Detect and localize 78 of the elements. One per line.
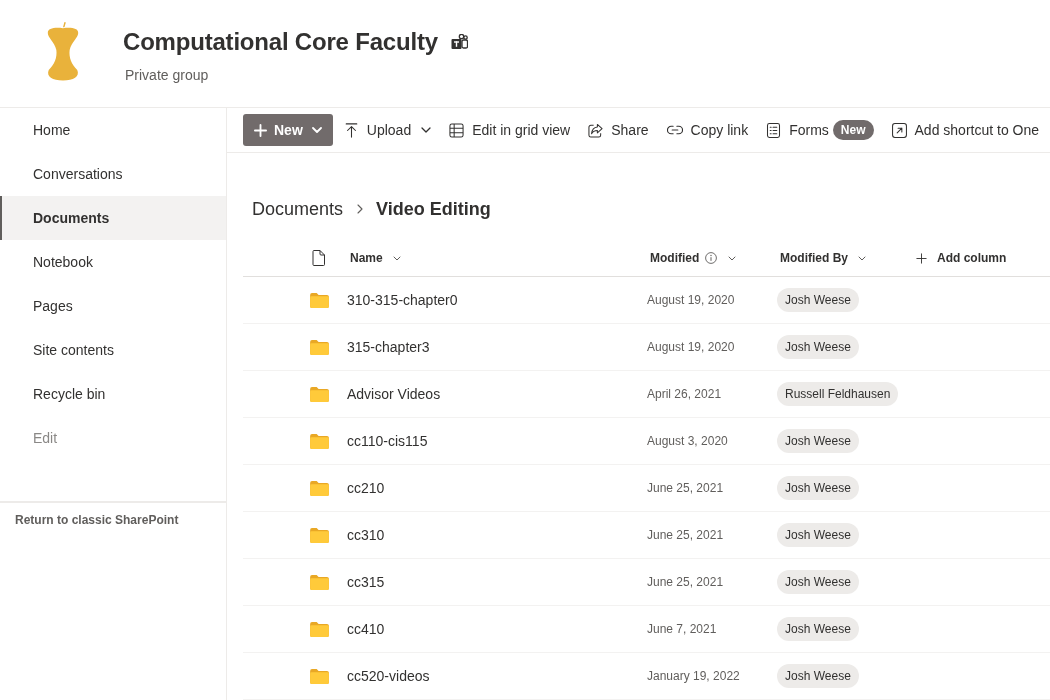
chevron-down-icon <box>392 255 401 261</box>
folder-icon <box>310 386 329 402</box>
modified-date: June 25, 2021 <box>647 575 724 589</box>
nav-item[interactable]: Site contents <box>0 328 226 372</box>
teams-icon[interactable] <box>450 34 468 50</box>
person-pill[interactable]: Russell Feldhausen <box>777 382 899 406</box>
person-pill[interactable]: Josh Weese <box>777 476 859 500</box>
modified-date: August 3, 2020 <box>647 434 728 448</box>
column-header[interactable]: Modified By <box>777 251 866 265</box>
person-pill[interactable]: Josh Weese <box>777 288 859 312</box>
modified-date: August 19, 2020 <box>647 340 735 354</box>
command-button[interactable]: Share <box>579 114 658 146</box>
command-button[interactable]: Copy link <box>657 114 758 146</box>
folder-name-link[interactable]: cc210 <box>347 480 385 496</box>
breadcrumb-link[interactable]: Video Editing <box>376 197 491 221</box>
chevron-down-icon <box>728 255 737 261</box>
column-header[interactable]: Modified <box>647 251 737 265</box>
folder-icon <box>310 621 329 637</box>
nav-item[interactable]: Home <box>0 108 226 152</box>
nav-item[interactable]: Documents <box>0 196 226 240</box>
new-badge: New <box>832 120 874 140</box>
nav-item[interactable]: Pages <box>0 284 226 328</box>
info-icon <box>705 252 718 264</box>
folder-name-link[interactable]: cc310 <box>347 527 385 543</box>
command-button[interactable]: Add shortcut to One <box>882 114 1049 146</box>
folder-name-link[interactable]: 310-315-chapter0 <box>347 292 458 308</box>
modified-date: June 25, 2021 <box>647 481 724 495</box>
folder-name-link[interactable]: cc410 <box>347 621 385 637</box>
form-list-icon <box>766 122 782 138</box>
person-pill[interactable]: Josh Weese <box>777 429 859 453</box>
file-type-icon <box>312 250 325 266</box>
group-type-label: Private group <box>125 66 210 84</box>
modified-date: January 19, 2022 <box>647 669 740 683</box>
site-title: Computational Core Faculty <box>123 27 438 57</box>
nav-item[interactable]: Conversations <box>0 152 226 196</box>
new-button[interactable]: New <box>243 114 333 146</box>
person-pill[interactable]: Josh Weese <box>777 335 859 359</box>
folder-icon <box>310 292 329 308</box>
folder-name-link[interactable]: cc110-cis115 <box>347 433 428 449</box>
chevron-right-icon <box>357 204 364 214</box>
share-icon <box>588 122 604 138</box>
command-button[interactable]: Upload <box>334 114 441 146</box>
chevron-down-icon <box>311 127 322 133</box>
plus-icon <box>254 123 267 137</box>
grid-icon <box>449 122 465 138</box>
folder-name-link[interactable]: Advisor Videos <box>347 386 441 402</box>
command-button[interactable]: Edit in grid view <box>440 114 580 146</box>
return-to-classic-link[interactable]: Return to classic SharePoint <box>15 513 179 527</box>
column-header[interactable]: Name <box>347 251 401 265</box>
command-button[interactable]: Forms New <box>757 114 883 146</box>
add-column-button[interactable]: Add column <box>913 251 1007 265</box>
modified-date: June 25, 2021 <box>647 528 724 542</box>
person-pill[interactable]: Josh Weese <box>777 523 859 547</box>
plus-icon <box>916 252 927 264</box>
folder-icon <box>310 574 329 590</box>
breadcrumb-link[interactable]: Documents <box>252 197 344 221</box>
folder-name-link[interactable]: 315-chapter3 <box>347 339 430 355</box>
modified-date: April 26, 2021 <box>647 387 722 401</box>
nav-item[interactable]: Recycle bin <box>0 372 226 416</box>
shortcut-icon <box>891 122 907 138</box>
person-pill[interactable]: Josh Weese <box>777 570 859 594</box>
link-icon <box>666 125 683 135</box>
nav-item[interactable]: Edit <box>0 416 226 460</box>
folder-icon <box>310 527 329 543</box>
person-pill[interactable]: Josh Weese <box>777 664 859 688</box>
modified-date: June 7, 2021 <box>647 622 717 636</box>
person-pill[interactable]: Josh Weese <box>777 617 859 641</box>
chevron-down-icon <box>858 255 866 261</box>
chevron-down-icon <box>421 127 432 133</box>
folder-icon <box>310 668 329 684</box>
folder-icon <box>310 480 329 496</box>
folder-icon <box>310 339 329 355</box>
upload-icon <box>343 122 359 138</box>
folder-name-link[interactable]: cc520-videos <box>347 668 430 684</box>
folder-icon <box>310 433 329 449</box>
nav-item[interactable]: Notebook <box>0 240 226 284</box>
modified-date: August 19, 2020 <box>647 293 735 307</box>
folder-name-link[interactable]: cc315 <box>347 574 385 590</box>
